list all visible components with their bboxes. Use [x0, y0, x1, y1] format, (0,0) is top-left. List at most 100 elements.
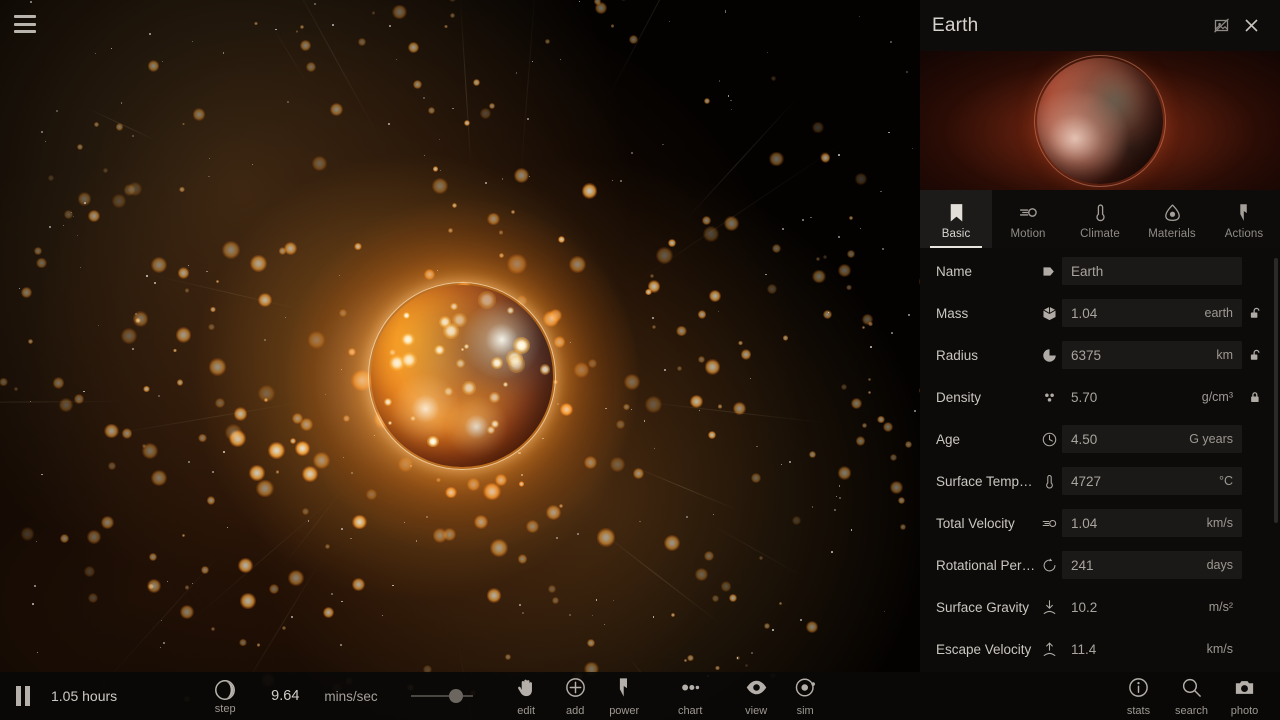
tab-label: Climate: [1080, 228, 1120, 240]
lightning-icon: [613, 676, 636, 704]
property-label: Escape Velocity: [936, 642, 1036, 657]
chart-button[interactable]: chart: [649, 676, 732, 717]
tab-actions[interactable]: Actions: [1208, 190, 1280, 248]
property-input[interactable]: 5.70g/cm³: [1062, 383, 1242, 411]
property-input[interactable]: 4727°C: [1062, 467, 1242, 495]
property-value: 6375: [1071, 348, 1216, 363]
panel-scrollbar[interactable]: [1274, 258, 1278, 523]
no-image-icon[interactable]: [1206, 11, 1236, 41]
property-value: 11.4: [1071, 642, 1207, 657]
hamburger-line: [14, 30, 36, 33]
property-label: Surface Temperatur...: [936, 474, 1036, 489]
property-input[interactable]: 1.04earth: [1062, 299, 1242, 327]
tab-climate[interactable]: Climate: [1064, 190, 1136, 248]
property-input[interactable]: 4.50G years: [1062, 425, 1242, 453]
info-circle-icon: [1127, 676, 1150, 704]
property-row: Mass 1.04earth: [920, 292, 1280, 334]
property-value: 1.04: [1071, 516, 1207, 531]
property-input[interactable]: 1.04km/s: [1062, 509, 1242, 537]
rotation-icon: [1036, 557, 1062, 574]
property-unit: earth: [1205, 306, 1234, 320]
property-value: 10.2: [1071, 600, 1209, 615]
property-input[interactable]: 11.4km/s: [1062, 635, 1242, 663]
tab-materials[interactable]: Materials: [1136, 190, 1208, 248]
tab-label: Basic: [942, 228, 971, 240]
planet-atmosphere-rim: [368, 282, 556, 470]
tab-motion[interactable]: Motion: [992, 190, 1064, 248]
property-label: Rotational Period: [936, 558, 1036, 573]
property-value: 5.70: [1071, 390, 1202, 405]
property-value: 4.50: [1071, 432, 1189, 447]
property-label: Surface Gravity: [936, 600, 1036, 615]
add-button[interactable]: add: [551, 676, 600, 717]
property-unit: km: [1216, 348, 1233, 362]
hand-icon: [515, 676, 538, 704]
property-unit: g/cm³: [1202, 390, 1233, 404]
main-planet[interactable]: [371, 285, 553, 467]
cube-icon: [1036, 305, 1062, 322]
bottom-toolbar: 1.05 hours step 9.64 mins/sec editaddpow…: [0, 672, 1280, 720]
property-input[interactable]: 10.2m/s²: [1062, 593, 1242, 621]
dots-icon: [1036, 389, 1062, 406]
property-input[interactable]: Earth: [1062, 257, 1242, 285]
preview-planet-rim: [1034, 55, 1166, 187]
property-value: Earth: [1071, 264, 1233, 279]
property-row: Surface Gravity 10.2m/s²: [920, 586, 1280, 628]
edit-button[interactable]: edit: [502, 676, 551, 717]
property-label: Name: [936, 264, 1036, 279]
planet-preview[interactable]: [920, 51, 1280, 190]
tab-label: Actions: [1225, 228, 1263, 240]
stats-button[interactable]: stats: [1114, 676, 1163, 717]
view-button[interactable]: view: [732, 676, 781, 717]
velocity-icon: [1018, 202, 1039, 223]
slider-knob[interactable]: [449, 689, 463, 703]
property-unit: km/s: [1207, 516, 1233, 530]
lock-open-icon[interactable]: [1242, 306, 1268, 321]
thermometer-icon: [1036, 473, 1062, 490]
property-label: Density: [936, 390, 1036, 405]
tab-basic[interactable]: Basic: [920, 190, 992, 248]
step-label: step: [215, 703, 236, 715]
slider-track: [411, 695, 473, 697]
power-label: power: [609, 705, 639, 717]
property-unit: m/s²: [1209, 600, 1233, 614]
radius-icon: [1036, 347, 1062, 364]
pause-button[interactable]: [16, 686, 30, 706]
lock-open-icon[interactable]: [1242, 348, 1268, 363]
close-icon[interactable]: [1236, 11, 1266, 41]
property-label: Mass: [936, 306, 1036, 321]
property-value: 241: [1071, 558, 1207, 573]
speed-unit: mins/sec: [324, 689, 377, 704]
elapsed-time: 1.05 hours: [51, 688, 117, 704]
property-input[interactable]: 241days: [1062, 551, 1242, 579]
photo-button[interactable]: photo: [1220, 676, 1269, 717]
sim-button[interactable]: sim: [781, 676, 830, 717]
lightning-icon: [1234, 202, 1255, 223]
add-label: add: [566, 705, 584, 717]
panel-header: Earth: [920, 0, 1280, 51]
property-unit: km/s: [1207, 642, 1233, 656]
space-viewport[interactable]: [0, 0, 920, 720]
property-row: Name Earth: [920, 250, 1280, 292]
hamburger-menu-icon[interactable]: [14, 15, 36, 33]
speed-slider[interactable]: [411, 686, 473, 706]
pause-bar: [16, 686, 21, 706]
property-value: 4727: [1071, 474, 1219, 489]
pause-bar: [25, 686, 30, 706]
bookmark-icon: [946, 202, 967, 223]
tab-label: Motion: [1010, 228, 1045, 240]
property-value: 1.04: [1071, 306, 1205, 321]
step-icon: [213, 678, 237, 702]
hamburger-line: [14, 23, 36, 26]
eye-icon: [745, 676, 768, 704]
lock-closed-icon[interactable]: [1242, 390, 1268, 405]
property-label: Radius: [936, 348, 1036, 363]
panel-tabs: Basic Motion Climate Materials Actions: [920, 190, 1280, 248]
sim-label: sim: [797, 705, 814, 717]
hamburger-line: [14, 15, 36, 18]
power-button[interactable]: power: [600, 676, 649, 717]
search-button[interactable]: search: [1167, 676, 1216, 717]
property-input[interactable]: 6375km: [1062, 341, 1242, 369]
step-button[interactable]: step: [201, 678, 249, 715]
gravity-down-icon: [1036, 599, 1062, 616]
